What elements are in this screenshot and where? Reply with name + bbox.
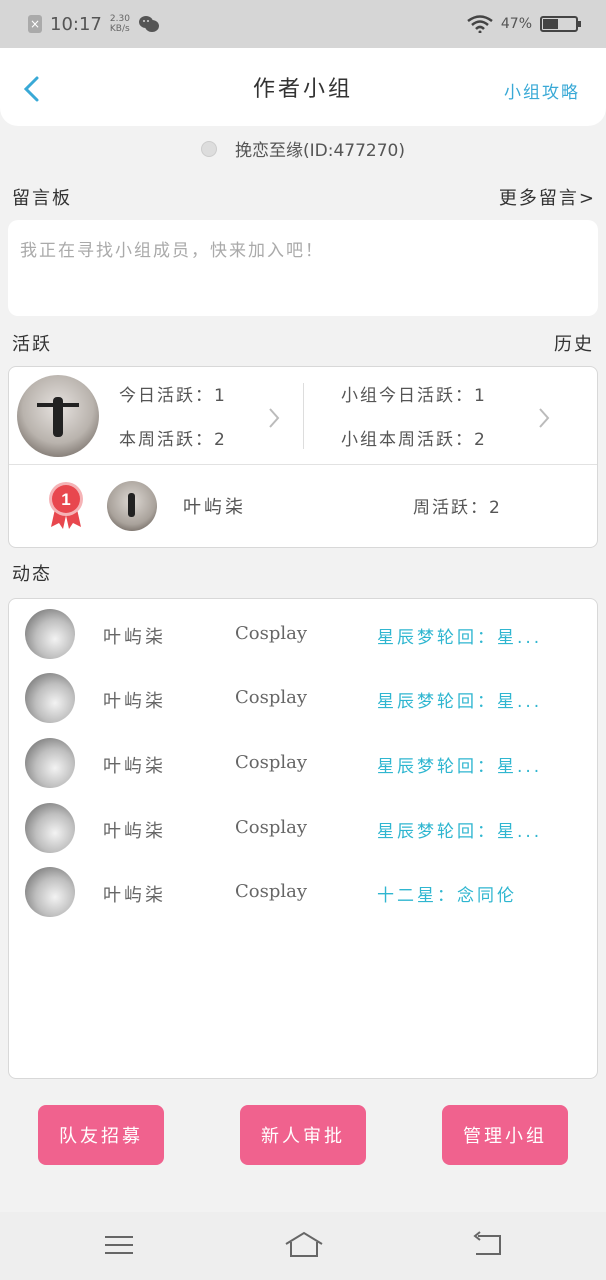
- speed-unit: KB/s: [109, 24, 130, 34]
- avatar: [201, 140, 217, 157]
- list-item[interactable]: 叶屿柒 Cosplay 星辰梦轮回：星...: [9, 603, 599, 659]
- network-speed: 2.30 KB/s: [110, 14, 130, 34]
- feed-category: Cosplay: [235, 881, 308, 902]
- list-item[interactable]: 叶屿柒 Cosplay 星辰梦轮回：星...: [9, 732, 599, 788]
- status-right: 47%: [467, 15, 581, 33]
- more-messages-link[interactable]: 更多留言>: [499, 184, 596, 210]
- rank-week-active: 周活跃：2: [413, 498, 502, 518]
- rank-number: 1: [61, 490, 70, 509]
- group-guide-link[interactable]: 小组攻略: [504, 78, 580, 103]
- feed-category: Cosplay: [235, 817, 308, 838]
- avatar[interactable]: [25, 803, 75, 853]
- feed-user-name: 叶屿柒: [103, 691, 166, 712]
- avatar[interactable]: [25, 609, 75, 659]
- user-info: 挽恋至缘(ID:477270): [0, 136, 606, 161]
- status-bar: × 10:17 2.30 KB/s 47%: [0, 0, 606, 48]
- feed-work-link[interactable]: 十二星：念同伦: [377, 881, 577, 906]
- notification-x-icon: ×: [28, 15, 42, 33]
- feed-work-link[interactable]: 星辰梦轮回：星...: [377, 752, 577, 777]
- group-today-active: 小组今日活跃：1: [341, 386, 487, 406]
- avatar[interactable]: [107, 481, 157, 531]
- list-item[interactable]: 叶屿柒 Cosplay 星辰梦轮回：星...: [9, 797, 599, 853]
- header: 作者小组 小组攻略: [0, 48, 606, 126]
- back-icon[interactable]: [470, 1230, 504, 1260]
- avatar-arms: [37, 403, 79, 407]
- today-active: 今日活跃：1: [119, 386, 227, 406]
- avatar[interactable]: [25, 738, 75, 788]
- feed-user-name: 叶屿柒: [103, 627, 166, 648]
- feed-user-name: 叶屿柒: [103, 756, 166, 777]
- feed-category: Cosplay: [235, 687, 308, 708]
- recruit-button[interactable]: 队友招募: [38, 1105, 164, 1165]
- active-card: 今日活跃：1 本周活跃：2 小组今日活跃：1 小组本周活跃：2 1 叶屿柒 周活…: [8, 366, 598, 548]
- battery-icon: [540, 16, 581, 32]
- rank-row[interactable]: 1 叶屿柒 周活跃：2: [9, 465, 597, 547]
- avatar[interactable]: [25, 867, 75, 917]
- speed-value: 2.30: [109, 14, 130, 24]
- user-id-label: 挽恋至缘(ID:477270): [235, 141, 405, 161]
- approve-button[interactable]: 新人审批: [240, 1105, 366, 1165]
- active-summary: 今日活跃：1 本周活跃：2 小组今日活跃：1 小组本周活跃：2: [9, 367, 597, 465]
- rank-user-name: 叶屿柒: [183, 497, 246, 518]
- home-icon[interactable]: [284, 1230, 324, 1260]
- avatar[interactable]: [25, 673, 75, 723]
- feed-category: Cosplay: [235, 752, 308, 773]
- board-message: 我正在寻找小组成员，快来加入吧！: [20, 241, 324, 261]
- feed-work-link[interactable]: 星辰梦轮回：星...: [377, 817, 577, 842]
- message-board[interactable]: 我正在寻找小组成员，快来加入吧！: [8, 220, 598, 316]
- list-item[interactable]: 叶屿柒 Cosplay 星辰梦轮回：星...: [9, 667, 599, 723]
- wechat-icon: [138, 16, 159, 32]
- feed-title: 动态: [12, 564, 52, 585]
- status-time: 10:17: [50, 13, 102, 35]
- chevron-right-icon[interactable]: [267, 407, 281, 429]
- menu-icon[interactable]: [102, 1230, 136, 1260]
- battery-fill: [543, 19, 559, 29]
- avatar[interactable]: [17, 375, 99, 457]
- page-title: 作者小组: [252, 77, 353, 102]
- active-title: 活跃: [12, 334, 52, 355]
- feed-work-link[interactable]: 星辰梦轮回：星...: [377, 687, 577, 712]
- feed-work-link[interactable]: 星辰梦轮回：星...: [377, 623, 577, 648]
- wifi-icon: [467, 15, 493, 33]
- system-nav-bar: [0, 1212, 606, 1280]
- avatar-figure: [128, 493, 135, 517]
- list-item[interactable]: 叶屿柒 Cosplay 十二星：念同伦: [9, 861, 599, 917]
- feed-list: 叶屿柒 Cosplay 星辰梦轮回：星... 叶屿柒 Cosplay 星辰梦轮回…: [8, 598, 598, 1079]
- history-link[interactable]: 历史: [554, 330, 594, 356]
- message-board-title: 留言板: [12, 188, 72, 209]
- battery-percent: 47%: [500, 16, 532, 32]
- chevron-left-icon[interactable]: [18, 74, 48, 104]
- group-week-active: 小组本周活跃：2: [341, 430, 487, 450]
- feed-user-name: 叶屿柒: [103, 885, 166, 906]
- chevron-right-icon[interactable]: [537, 407, 551, 429]
- status-left: × 10:17 2.30 KB/s: [28, 14, 160, 35]
- week-active: 本周活跃：2: [119, 430, 227, 450]
- feed-user-name: 叶屿柒: [103, 821, 166, 842]
- manage-group-button[interactable]: 管理小组: [442, 1105, 568, 1165]
- feed-category: Cosplay: [235, 623, 308, 644]
- divider: [303, 383, 304, 449]
- rank-medal-icon: 1: [49, 482, 83, 529]
